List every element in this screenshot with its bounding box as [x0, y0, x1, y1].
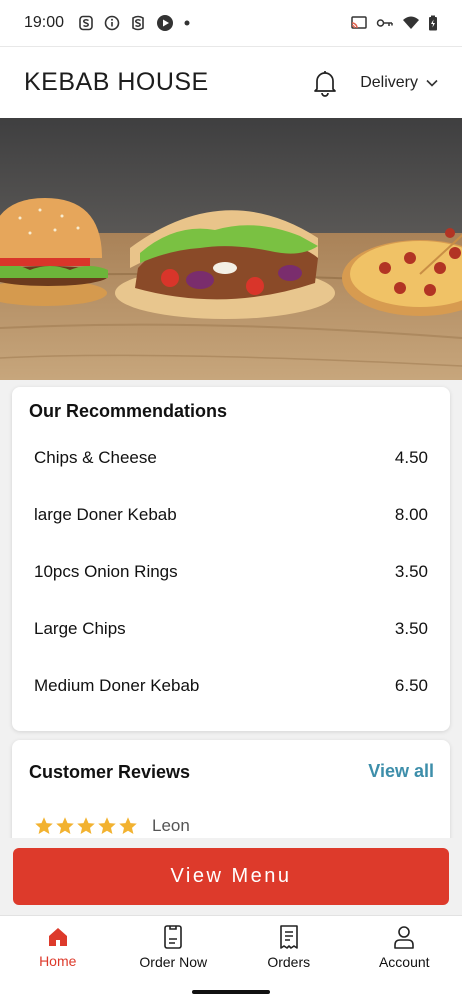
view-all-reviews-link[interactable]: View all — [368, 761, 434, 782]
order-icon — [164, 925, 183, 949]
star-icon — [35, 817, 53, 834]
star-icon — [119, 817, 137, 834]
star-icon — [56, 817, 74, 834]
gesture-handle[interactable] — [192, 990, 270, 994]
notifications-bell-icon[interactable] — [312, 69, 338, 97]
nav-item-order-now[interactable]: Order Now — [116, 916, 232, 978]
s-app-icon-2 — [130, 15, 146, 31]
star-icon — [77, 817, 95, 834]
delivery-mode-dropdown[interactable]: Delivery — [360, 74, 438, 92]
recommendation-item[interactable]: Chips & Cheese 4.50 — [12, 429, 450, 486]
item-price: 3.50 — [394, 618, 428, 638]
recommendations-list: Chips & Cheese 4.50 large Doner Kebab 8.… — [12, 429, 450, 714]
item-name: Medium Doner Kebab — [34, 675, 200, 695]
nav-label-account: Account — [378, 954, 430, 970]
battery-icon — [428, 15, 438, 31]
reviewer-name: Leon — [152, 816, 190, 835]
view-menu-button[interactable]: View Menu — [13, 848, 449, 905]
media-icon — [156, 14, 174, 32]
hero-banner-image — [0, 118, 462, 380]
wifi-icon — [402, 15, 420, 31]
cta-container: View Menu — [0, 838, 462, 915]
recommendation-item[interactable]: Large Chips 3.50 — [12, 600, 450, 657]
info-icon — [104, 15, 120, 31]
item-name: Chips & Cheese — [34, 447, 157, 467]
recommendation-item[interactable]: large Doner Kebab 8.00 — [12, 486, 450, 543]
home-icon — [48, 928, 67, 946]
s-app-icon — [78, 15, 94, 31]
status-time: 19:00 — [24, 14, 65, 31]
item-price: 8.00 — [394, 504, 428, 524]
gesture-bar — [0, 978, 462, 1000]
bottom-navigation: Home Order Now Orders Account — [0, 915, 462, 978]
status-bar: 19:00 — [0, 0, 462, 46]
receipt-icon — [279, 925, 298, 949]
dot-icon — [184, 20, 190, 26]
item-price: 4.50 — [394, 447, 428, 467]
item-price: 3.50 — [394, 561, 428, 581]
cast-icon — [350, 15, 368, 31]
nav-item-home[interactable]: Home — [0, 916, 116, 978]
review-item[interactable]: Leon — [34, 816, 190, 836]
reviews-title: Customer Reviews — [29, 762, 191, 782]
chevron-down-icon — [426, 79, 438, 87]
recommendations-card: Our Recommendations Chips & Cheese 4.50 … — [12, 387, 450, 731]
item-name: large Doner Kebab — [34, 504, 177, 524]
item-name: 10pcs Onion Rings — [34, 561, 178, 581]
item-name: Large Chips — [34, 618, 126, 638]
star-icon — [98, 817, 116, 834]
nav-label-order-now: Order Now — [139, 954, 208, 970]
nav-label-home: Home — [39, 953, 77, 969]
nav-item-account[interactable]: Account — [347, 916, 462, 978]
app-header: KEBAB HOUSE Delivery — [0, 46, 462, 118]
star-rating — [34, 816, 138, 836]
key-icon — [376, 17, 394, 29]
item-price: 6.50 — [394, 675, 428, 695]
recommendations-title: Our Recommendations — [29, 401, 228, 421]
app-title: KEBAB HOUSE — [24, 68, 209, 96]
user-icon — [394, 926, 415, 949]
delivery-mode-label: Delivery — [360, 73, 418, 91]
nav-label-orders: Orders — [267, 954, 311, 970]
nav-item-orders[interactable]: Orders — [231, 916, 347, 978]
recommendation-item[interactable]: 10pcs Onion Rings 3.50 — [12, 543, 450, 600]
recommendation-item[interactable]: Medium Doner Kebab 6.50 — [12, 657, 450, 714]
